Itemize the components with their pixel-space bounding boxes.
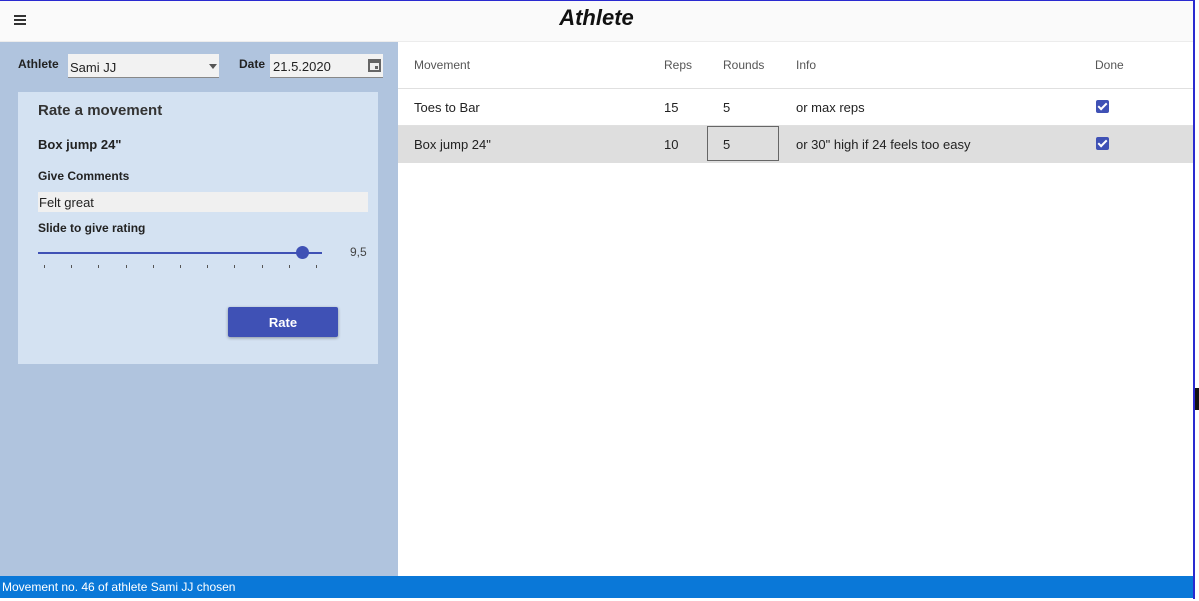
rounds-cell[interactable]: 5 — [723, 137, 730, 152]
slider-tick — [316, 265, 317, 268]
rounds-cell[interactable]: 5 — [723, 100, 730, 115]
chevron-down-icon — [209, 64, 217, 69]
slider-tick — [261, 265, 263, 268]
slider-tick — [125, 265, 127, 268]
background-window-edge — [1195, 0, 1199, 601]
rating-slider[interactable] — [38, 242, 322, 272]
reps-cell: 15 — [664, 100, 679, 115]
done-checkbox[interactable] — [1096, 137, 1109, 150]
status-bar: Movement no. 46 of athlete Sami JJ chose… — [0, 576, 1193, 598]
slider-thumb[interactable] — [296, 246, 310, 259]
slider-label: Slide to give rating — [38, 221, 146, 235]
done-checkbox[interactable] — [1096, 100, 1109, 113]
column-header-movement[interactable]: Movement — [414, 58, 470, 72]
workout-table: Movement Reps Rounds Info Done Toes to B… — [398, 42, 1193, 576]
slider-tick — [207, 265, 209, 268]
date-picker[interactable]: 21.5.2020 — [270, 54, 383, 78]
selected-movement: Box jump 24" — [38, 137, 122, 152]
athlete-label: Athlete — [18, 57, 59, 71]
table-row[interactable]: Toes to Bar 15 5 or max reps — [398, 88, 1193, 126]
rating-card-title: Rate a movement — [38, 102, 163, 119]
date-value: 21.5.2020 — [273, 59, 331, 74]
info-cell: or 30" high if 24 feels too easy — [796, 137, 971, 152]
athlete-select-value: Sami JJ — [70, 60, 117, 75]
rating-value: 9,5 — [350, 245, 367, 259]
rating-card: Rate a movement Box jump 24" Give Commen… — [18, 92, 378, 364]
slider-tick — [98, 265, 100, 268]
slider-tick — [71, 265, 73, 268]
movement-cell: Toes to Bar — [414, 100, 480, 115]
app-window: Athlete Athlete Sami JJ Date 21.5.2020 R… — [0, 0, 1195, 599]
slider-tick — [288, 265, 290, 268]
reps-cell: 10 — [664, 137, 679, 152]
athlete-select[interactable]: Sami JJ — [68, 54, 219, 78]
info-cell: or max reps — [796, 100, 865, 115]
column-header-rounds[interactable]: Rounds — [723, 58, 764, 72]
comments-label: Give Comments — [38, 169, 130, 183]
slider-tick — [180, 265, 181, 268]
page-title: Athlete — [559, 5, 634, 30]
slider-tick — [152, 265, 154, 268]
movement-cell: Box jump 24" — [414, 137, 491, 152]
slider-tick — [234, 265, 236, 268]
column-header-done[interactable]: Done — [1095, 58, 1124, 72]
slider-tick — [44, 265, 45, 268]
calendar-icon[interactable] — [368, 59, 381, 72]
column-header-info[interactable]: Info — [796, 58, 816, 72]
left-panel: Athlete Sami JJ Date 21.5.2020 Rate a mo… — [0, 42, 398, 576]
slider-track — [38, 252, 322, 254]
rate-button[interactable]: Rate — [228, 307, 338, 337]
top-app-bar: Athlete — [0, 1, 1193, 42]
table-row[interactable]: Box jump 24" 10 5 or 30" high if 24 feel… — [398, 125, 1193, 163]
rounds-cell-editor[interactable] — [707, 126, 779, 161]
date-label: Date — [239, 57, 266, 71]
column-header-reps[interactable]: Reps — [664, 58, 692, 72]
comment-input[interactable] — [38, 192, 368, 212]
